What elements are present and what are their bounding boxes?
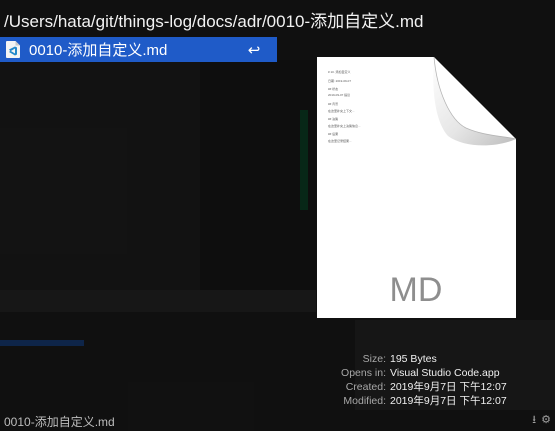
result-filename: 0010-添加自定义.md — [29, 42, 168, 59]
document-line: # 10. 添加自定义 — [328, 70, 351, 74]
document-line: ## 决策 — [328, 117, 339, 121]
info-label: Size: — [362, 353, 386, 365]
gear-icon[interactable]: ⚙ — [541, 414, 551, 426]
info-value: 195 Bytes — [390, 353, 437, 365]
document-preview-icon: # 10. 添加自定义 日期: 2019-09-07 ## 状态 2019-09… — [316, 56, 518, 321]
document-line: 在这里记录结果... — [328, 139, 352, 143]
document-line: 2019-09-07 提议 — [328, 93, 351, 97]
document-line: ## 背景 — [328, 102, 339, 106]
document-line: 在这里补充上决策信息... — [328, 124, 361, 128]
info-value: 2019年9月7日 下午12:07 — [390, 381, 507, 393]
info-row-modified: Modified: 2019年9月7日 下午12:07 — [300, 394, 552, 408]
return-icon[interactable]: ↩ — [243, 41, 265, 59]
info-row-size: Size: 195 Bytes — [300, 352, 552, 366]
document-line: 在这里补充上下文... — [328, 109, 355, 113]
file-info-panel: Size: 195 Bytes Opens in: Visual Studio … — [300, 352, 552, 408]
download-arrow-icon[interactable]: ⭳ — [532, 414, 536, 426]
path-query-text[interactable]: /Users/hata/git/things-log/docs/adr/0010… — [4, 7, 552, 32]
info-value: 2019年9月7日 下午12:07 — [390, 395, 507, 407]
info-label: Opens in: — [341, 367, 386, 379]
info-label: Modified: — [343, 395, 386, 407]
info-row-opens-in: Opens in: Visual Studio Code.app — [300, 366, 552, 380]
file-extension-label: MD — [389, 271, 443, 309]
footer-filename: 0010-添加自定义.md — [4, 415, 115, 429]
document-line: 日期: 2019-09-07 — [328, 79, 352, 83]
launcher-window: /Users/hata/git/things-log/docs/adr/0010… — [0, 0, 555, 431]
document-line: ## 后果 — [328, 132, 339, 136]
result-row-selected[interactable]: 0010-添加自定义.md ↩ — [0, 37, 277, 62]
document-line: ## 状态 — [328, 87, 339, 91]
info-value: Visual Studio Code.app — [390, 367, 500, 379]
info-row-created: Created: 2019年9月7日 下午12:07 — [300, 380, 552, 394]
info-label: Created: — [345, 381, 386, 393]
vscode-markdown-file-icon — [6, 41, 20, 58]
footer-icon-group: ⭳ ⚙ — [532, 414, 551, 426]
